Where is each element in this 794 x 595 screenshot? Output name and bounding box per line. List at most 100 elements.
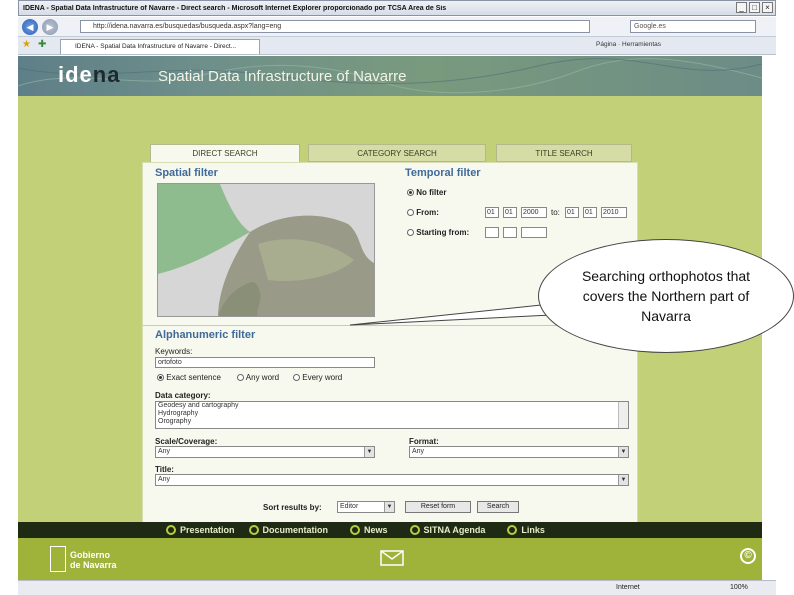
footer-link-documentation[interactable]: Documentation	[248, 525, 329, 535]
browser-tab[interactable]: IDENA - Spatial Data Infrastructure of N…	[60, 39, 260, 54]
start-day-field[interactable]	[485, 227, 499, 238]
mail-icon[interactable]	[380, 550, 404, 566]
listbox-scrollbar[interactable]	[618, 402, 628, 428]
from-year-field[interactable]: 2000	[521, 207, 547, 218]
exact-sentence-radio[interactable]	[157, 374, 164, 382]
to-year-field[interactable]: 2010	[601, 207, 627, 218]
title-value: Any	[158, 476, 171, 483]
from-radio[interactable]	[407, 209, 414, 217]
to-label: to:	[551, 208, 560, 217]
browser-tab-bar: ★ ✚ IDENA - Spatial Data Infrastructure …	[18, 37, 776, 55]
starting-from-option[interactable]: Starting from:	[407, 228, 469, 237]
footer-link-label: SITNA Agenda	[423, 525, 486, 535]
add-favorite-icon[interactable]: ✚	[38, 39, 46, 50]
reset-form-button[interactable]: Reset form	[405, 501, 471, 513]
any-word-option[interactable]: Any word	[237, 373, 279, 382]
gov-line-2: de Navarra	[70, 560, 117, 570]
scale-coverage-label: Scale/Coverage:	[155, 437, 218, 446]
footer-nav: Presentation Documentation News SITNA Ag…	[18, 522, 762, 538]
list-item[interactable]: Orography	[158, 418, 628, 426]
sort-select[interactable]: Editor ▼	[337, 501, 395, 513]
close-icon[interactable]: ×	[762, 2, 773, 13]
bullet-icon	[248, 525, 259, 535]
footer-link-links[interactable]: Links	[507, 525, 545, 535]
format-label: Format:	[409, 437, 439, 446]
favorites-star-icon[interactable]: ★	[22, 39, 31, 50]
minimize-icon[interactable]: _	[736, 2, 747, 13]
start-year-field[interactable]	[521, 227, 547, 238]
search-panel: Spatial filter ⊕ ✋ ⊖ ⌐ ⬆ Tempor	[142, 162, 638, 532]
no-filter-radio[interactable]	[407, 189, 414, 197]
no-filter-label: No filter	[416, 188, 447, 197]
title-select[interactable]: Any ▼	[155, 474, 629, 486]
no-filter-option[interactable]: No filter	[407, 188, 446, 197]
footer-link-presentation[interactable]: Presentation	[166, 525, 235, 535]
keywords-label: Keywords:	[155, 347, 193, 356]
footer-link-label: Documentation	[262, 525, 329, 535]
start-month-field[interactable]	[503, 227, 517, 238]
browser-status-bar: Internet 100%	[18, 580, 776, 595]
alphanumeric-filter-title: Alphanumeric filter	[155, 329, 256, 341]
site-tagline: Spatial Data Infrastructure of Navarre	[158, 68, 407, 85]
every-word-label: Every word	[302, 373, 343, 382]
sort-label: Sort results by:	[263, 503, 322, 512]
from-option[interactable]: From:	[407, 208, 439, 217]
exact-sentence-option[interactable]: Exact sentence	[157, 373, 221, 382]
title-label: Title:	[155, 465, 174, 474]
navarre-map-image	[158, 184, 374, 316]
from-month-field[interactable]: 01	[503, 207, 517, 218]
any-word-label: Any word	[245, 373, 280, 382]
window-titlebar: IDENA - Spatial Data Infrastructure of N…	[18, 0, 776, 16]
search-button[interactable]: Search	[477, 501, 519, 513]
data-category-listbox[interactable]: Geodesy and cartography Hydrography Orog…	[155, 401, 629, 429]
spatial-filter-map[interactable]: ⊕ ✋ ⊖ ⌐ ⬆	[157, 183, 375, 317]
temporal-filter-title: Temporal filter	[405, 167, 481, 179]
keywords-input[interactable]: ortofoto	[155, 357, 375, 368]
chevron-down-icon[interactable]: ▼	[384, 502, 394, 512]
footer-link-label: Presentation	[180, 525, 235, 535]
exact-sentence-label: Exact sentence	[166, 373, 221, 382]
tab-title-search[interactable]: TITLE SEARCH	[496, 144, 632, 162]
government-logo-text[interactable]: Gobierno de Navarra	[70, 550, 117, 570]
tab-category-search[interactable]: CATEGORY SEARCH	[308, 144, 486, 162]
url-field[interactable]: http://idena.navarra.es/busquedas/busque…	[80, 20, 590, 33]
footer-link-label: News	[364, 525, 388, 535]
every-word-option[interactable]: Every word	[293, 373, 342, 382]
from-label: From:	[416, 208, 439, 217]
to-month-field[interactable]: 01	[583, 207, 597, 218]
any-word-radio[interactable]	[237, 374, 244, 382]
zoom-level[interactable]: 100%	[730, 584, 748, 591]
logo-main-text: ide	[58, 62, 93, 87]
bullet-icon	[166, 525, 176, 535]
window-controls: _ □ ×	[736, 2, 773, 13]
scale-coverage-select[interactable]: Any ▼	[155, 446, 375, 458]
list-item[interactable]: Geodesy and cartography	[158, 402, 628, 410]
footer-link-news[interactable]: News	[350, 525, 388, 535]
browser-search-input[interactable]: Google.es	[630, 20, 756, 33]
site-banner: idena Spatial Data Infrastructure of Nav…	[18, 56, 762, 96]
data-category-label: Data category:	[155, 391, 211, 400]
copyright-icon[interactable]: ©	[740, 548, 756, 564]
chevron-down-icon[interactable]: ▼	[364, 447, 374, 457]
tab-direct-search[interactable]: DIRECT SEARCH	[150, 144, 300, 162]
footer-link-sitna-agenda[interactable]: SITNA Agenda	[409, 525, 486, 535]
toolbar-right-menu[interactable]: Página · Herramientas	[596, 41, 661, 48]
chevron-down-icon[interactable]: ▼	[618, 447, 628, 457]
forward-icon[interactable]: ▶	[42, 19, 58, 35]
site-logo[interactable]: idena	[58, 62, 120, 88]
annotation-callout: Searching orthophotos that covers the No…	[538, 239, 794, 353]
status-zone: Internet	[616, 584, 640, 591]
maximize-icon[interactable]: □	[749, 2, 760, 13]
from-day-field[interactable]: 01	[485, 207, 499, 218]
spatial-filter-title: Spatial filter	[155, 167, 218, 179]
chevron-down-icon[interactable]: ▼	[618, 475, 628, 485]
footer-bar: Gobierno de Navarra ©	[18, 538, 762, 580]
bullet-icon	[409, 525, 420, 535]
every-word-radio[interactable]	[293, 374, 300, 382]
back-icon[interactable]: ◀	[22, 19, 38, 35]
format-select[interactable]: Any ▼	[409, 446, 629, 458]
scale-coverage-value: Any	[158, 448, 171, 455]
list-item[interactable]: Hydrography	[158, 410, 628, 418]
to-day-field[interactable]: 01	[565, 207, 579, 218]
starting-from-radio[interactable]	[407, 229, 414, 237]
